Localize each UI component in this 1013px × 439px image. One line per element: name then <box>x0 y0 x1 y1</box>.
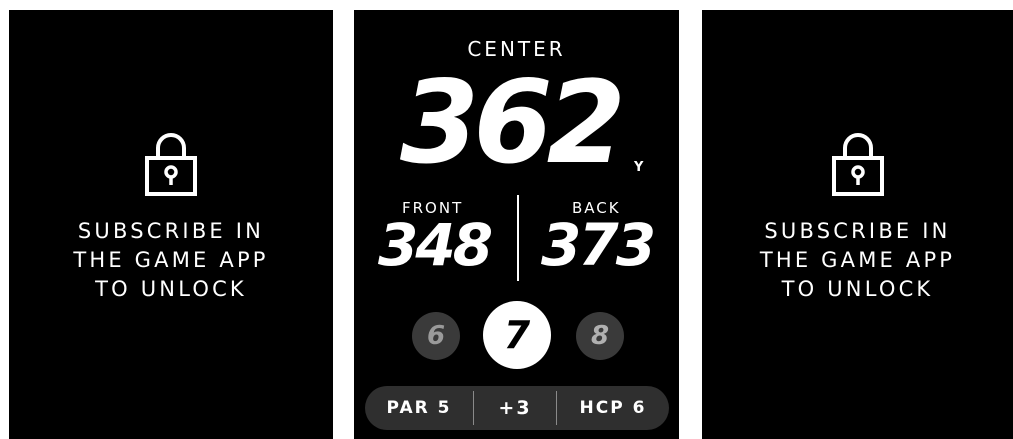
center-yardage: 362 <box>400 56 626 189</box>
locked-screen-right: SUBSCRIBE IN THE GAME APP TO UNLOCK <box>702 10 1013 439</box>
score-to-par: +3 <box>498 397 532 419</box>
front-yardage: 348 <box>378 211 493 279</box>
distance-screen: CENTER 362 Y FRONT 348 BACK 373 6 7 8 PA… <box>354 10 679 439</box>
unlock-message-line: THE GAME APP <box>73 248 269 272</box>
lock-icon <box>145 133 197 196</box>
previous-hole-button[interactable]: 6 <box>412 312 460 360</box>
unlock-message: SUBSCRIBE IN THE GAME APP TO UNLOCK <box>702 217 1013 304</box>
locked-screen-left: SUBSCRIBE IN THE GAME APP TO UNLOCK <box>9 10 333 439</box>
yards-unit-label: Y <box>634 160 644 175</box>
unlock-message-line: TO UNLOCK <box>95 277 247 301</box>
hole-info-bar: PAR 5 +3 HCP 6 <box>365 386 669 430</box>
unlock-message-line: SUBSCRIBE IN <box>764 219 951 243</box>
next-hole-button[interactable]: 8 <box>576 312 624 360</box>
handicap-value: HCP 6 <box>579 398 647 418</box>
par-value: PAR 5 <box>386 398 452 418</box>
unlock-message-line: THE GAME APP <box>759 248 956 272</box>
unlock-message-line: TO UNLOCK <box>781 277 934 301</box>
current-hole-indicator[interactable]: 7 <box>483 301 551 369</box>
unlock-message-line: SUBSCRIBE IN <box>77 219 265 243</box>
lock-icon <box>831 133 884 196</box>
front-back-divider <box>517 195 519 281</box>
back-yardage: 373 <box>541 211 656 279</box>
unlock-message: SUBSCRIBE IN THE GAME APP TO UNLOCK <box>9 217 333 304</box>
